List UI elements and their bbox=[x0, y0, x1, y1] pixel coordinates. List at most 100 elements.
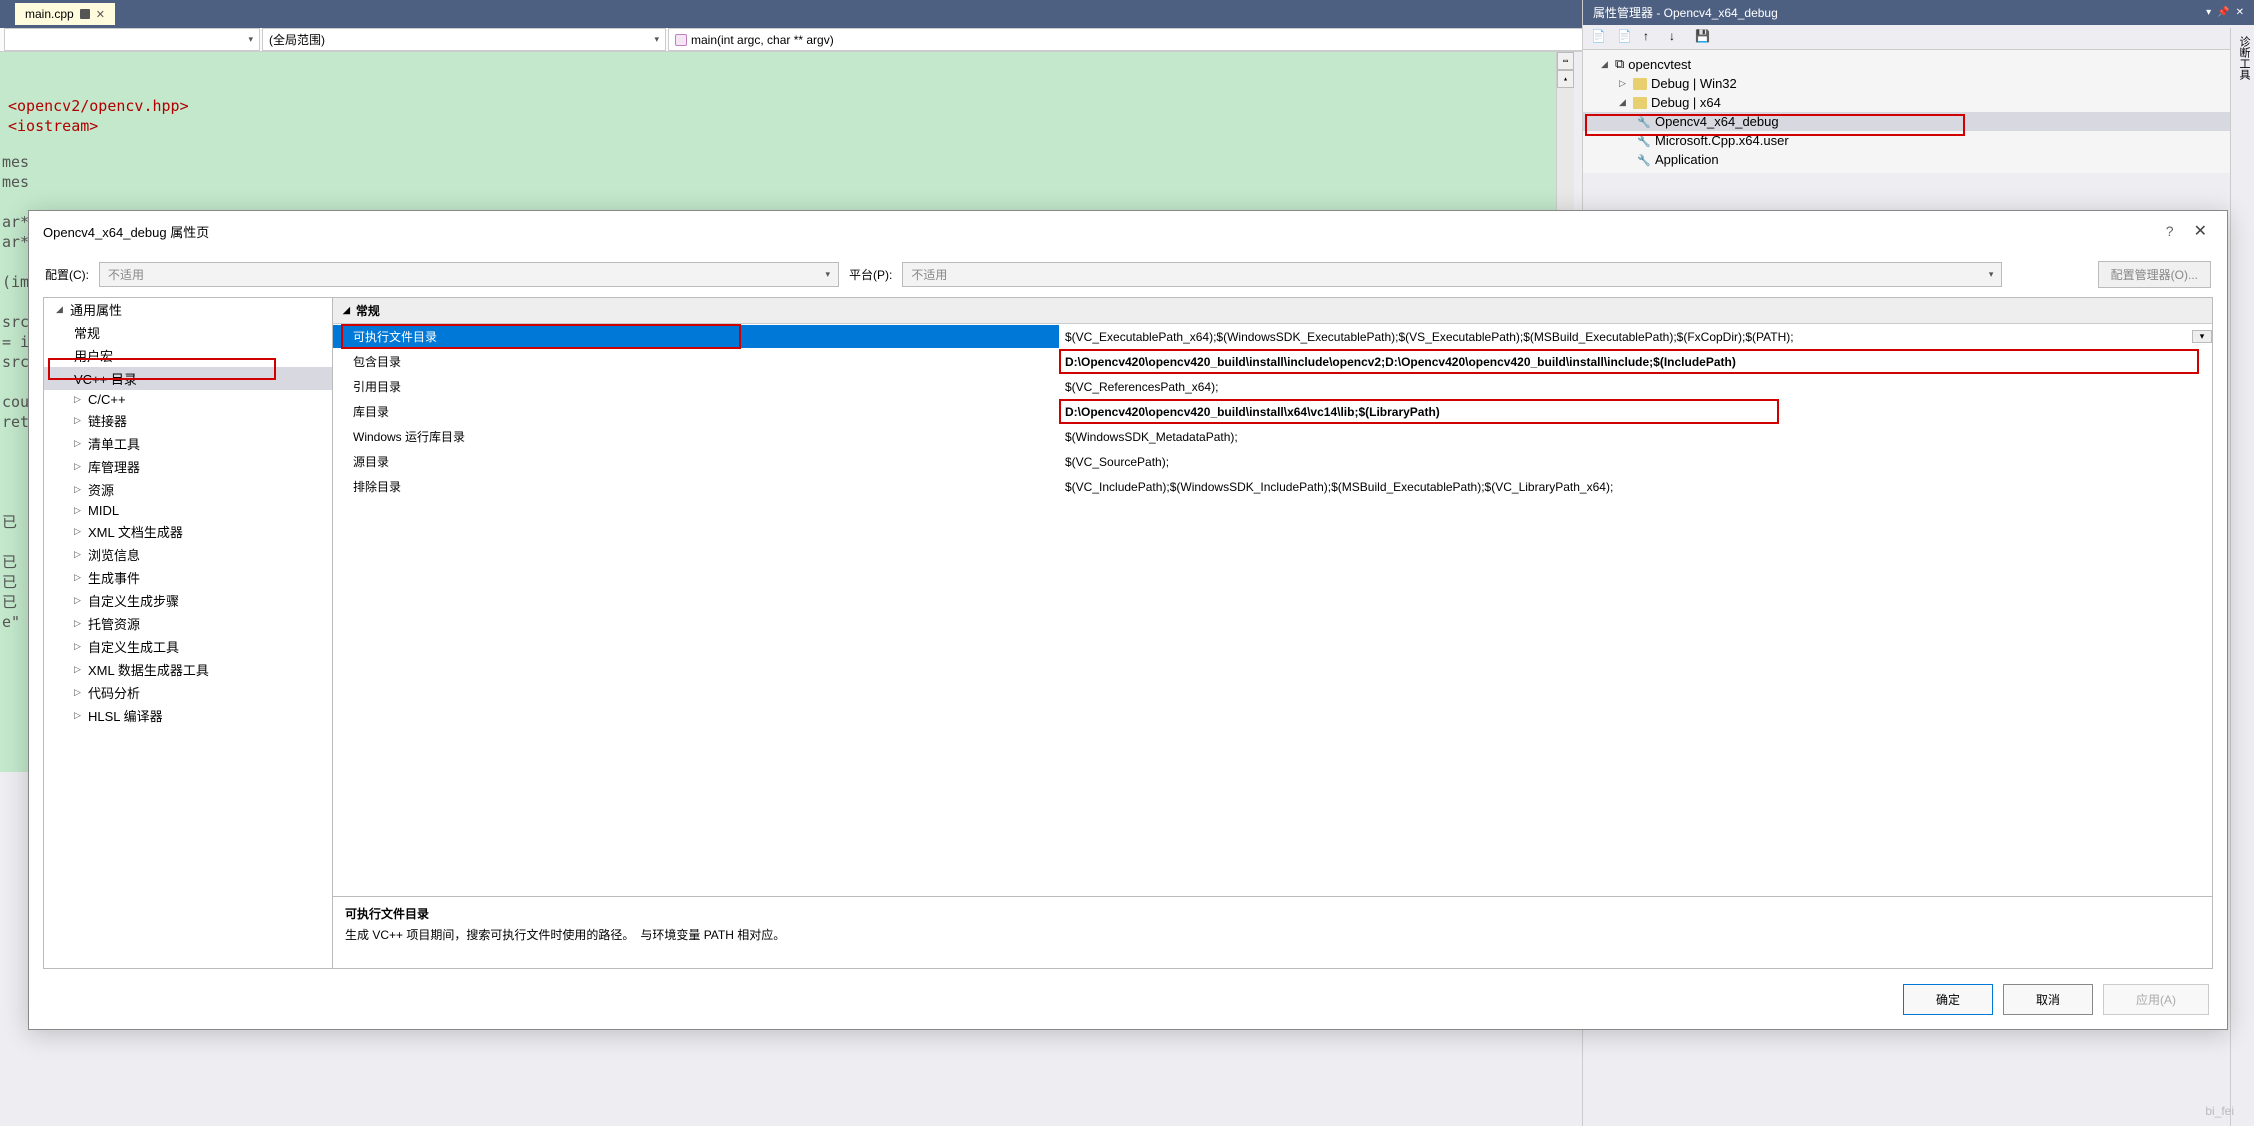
prop-value[interactable]: D:\Opencv420\opencv420_build\install\x64… bbox=[1059, 402, 2212, 422]
add-sheet-icon[interactable]: 📄 bbox=[1591, 29, 1607, 45]
cat-build-events[interactable]: ▷生成事件 bbox=[44, 566, 332, 589]
code-fragment: ar* bbox=[2, 232, 29, 252]
prop-name: 排除目录 bbox=[333, 475, 1059, 498]
cat-hlsl[interactable]: ▷HLSL 编译器 bbox=[44, 704, 332, 727]
cat-custom-build-tool[interactable]: ▷自定义生成工具 bbox=[44, 635, 332, 658]
cat-librarian[interactable]: ▷库管理器 bbox=[44, 455, 332, 478]
tab-main-cpp[interactable]: main.cpp ✕ bbox=[15, 3, 115, 25]
tree-label: 自定义生成步骤 bbox=[88, 591, 179, 610]
row-include-dirs[interactable]: 包含目录 D:\Opencv420\opencv420_build\instal… bbox=[333, 349, 2212, 374]
expand-icon[interactable]: ▷ bbox=[74, 572, 84, 583]
expand-icon[interactable]: ▷ bbox=[74, 664, 84, 675]
prop-value[interactable]: D:\Opencv420\opencv420_build\install\inc… bbox=[1059, 352, 2212, 372]
expand-icon[interactable]: ▷ bbox=[74, 394, 84, 405]
prop-value[interactable]: $(VC_ReferencesPath_x64); bbox=[1059, 377, 2212, 397]
expand-icon[interactable]: ▷ bbox=[74, 526, 84, 537]
chevron-down-icon: ▾ bbox=[825, 269, 830, 280]
prop-value[interactable]: $(WindowsSDK_MetadataPath); bbox=[1059, 427, 2212, 447]
prop-value[interactable]: $(VC_SourcePath); bbox=[1059, 452, 2212, 472]
expand-icon[interactable]: ▷ bbox=[74, 710, 84, 721]
config-dropdown[interactable]: 不适用 ▾ bbox=[99, 262, 839, 287]
scope-project-dropdown[interactable]: ▾ bbox=[4, 28, 260, 51]
row-winrt-dirs[interactable]: Windows 运行库目录 $(WindowsSDK_MetadataPath)… bbox=[333, 424, 2212, 449]
category-tree: ◢通用属性 常规 用户宏 VC++ 目录 ▷C/C++ ▷链接器 ▷清单工具 ▷… bbox=[43, 297, 333, 969]
scope-label: (全局范围) bbox=[269, 31, 325, 48]
cat-ccpp[interactable]: ▷C/C++ bbox=[44, 390, 332, 409]
dropdown-icon[interactable]: ▾ bbox=[2192, 330, 2212, 343]
cat-manifest[interactable]: ▷清单工具 bbox=[44, 432, 332, 455]
row-source-dirs[interactable]: 源目录 $(VC_SourcePath); bbox=[333, 449, 2212, 474]
expand-icon[interactable]: ▷ bbox=[74, 484, 84, 495]
sort-down-icon[interactable]: ↓ bbox=[1669, 29, 1685, 45]
config-manager-button[interactable]: 配置管理器(O)... bbox=[2098, 261, 2211, 288]
expand-icon[interactable]: ▷ bbox=[74, 595, 84, 606]
collapse-icon[interactable]: ◢ bbox=[1619, 97, 1629, 108]
row-library-dirs[interactable]: 库目录 D:\Opencv420\opencv420_build\install… bbox=[333, 399, 2212, 424]
cat-xmldoc[interactable]: ▷XML 文档生成器 bbox=[44, 520, 332, 543]
row-reference-dirs[interactable]: 引用目录 $(VC_ReferencesPath_x64); bbox=[333, 374, 2212, 399]
panel-toolbar: 📄 📄 ↑ ↓ 💾 bbox=[1583, 25, 2254, 50]
tree-node-debug-win32[interactable]: ▷Debug | Win32 bbox=[1583, 74, 2254, 93]
cancel-button[interactable]: 取消 bbox=[2003, 984, 2093, 1015]
dropdown-icon[interactable]: ▾ bbox=[2206, 7, 2211, 18]
collapse-icon[interactable]: ◢ bbox=[1601, 59, 1611, 70]
expand-icon[interactable]: ▷ bbox=[74, 687, 84, 698]
expand-icon[interactable]: ▷ bbox=[74, 438, 84, 449]
scroll-split-icon[interactable]: ▭ bbox=[1557, 52, 1574, 70]
cat-resources[interactable]: ▷资源 bbox=[44, 478, 332, 501]
pin-icon[interactable]: 📌 bbox=[2217, 7, 2229, 18]
expand-icon[interactable]: ▷ bbox=[74, 549, 84, 560]
tree-node-application[interactable]: 🔧Application bbox=[1583, 150, 2254, 169]
apply-button[interactable]: 应用(A) bbox=[2103, 984, 2209, 1015]
cat-browse[interactable]: ▷浏览信息 bbox=[44, 543, 332, 566]
help-icon[interactable]: ? bbox=[2152, 223, 2188, 239]
cat-common[interactable]: ◢通用属性 bbox=[44, 298, 332, 321]
close-icon[interactable]: ✕ bbox=[2236, 7, 2244, 18]
tree-label: opencvtest bbox=[1628, 57, 1691, 72]
scope-context-dropdown[interactable]: (全局范围)▾ bbox=[262, 28, 666, 51]
grid-group-header[interactable]: ◢常规 bbox=[333, 298, 2212, 324]
cat-code-analysis[interactable]: ▷代码分析 bbox=[44, 681, 332, 704]
scroll-up-icon[interactable]: ▴ bbox=[1557, 70, 1574, 88]
tree-label: MIDL bbox=[88, 503, 119, 518]
cat-general[interactable]: 常规 bbox=[44, 321, 332, 344]
tree-node-opencv4[interactable]: 🔧Opencv4_x64_debug bbox=[1583, 112, 2254, 131]
cat-custom-build-step[interactable]: ▷ 自定义生成步骤 bbox=[44, 589, 332, 612]
tree-node-ms-cpp-user[interactable]: 🔧Microsoft.Cpp.x64.user bbox=[1583, 131, 2254, 150]
expand-icon[interactable]: ▷ bbox=[74, 461, 84, 472]
collapse-icon[interactable]: ◢ bbox=[56, 304, 66, 315]
tree-node-debug-x64[interactable]: ◢ Debug | x64 bbox=[1583, 93, 2254, 112]
tree-node-project[interactable]: ◢⧉opencvtest bbox=[1583, 54, 2254, 74]
prop-value[interactable]: $(VC_ExecutablePath_x64);$(WindowsSDK_Ex… bbox=[1059, 327, 2192, 347]
cat-linker[interactable]: ▷链接器 bbox=[44, 409, 332, 432]
expand-icon[interactable]: ▷ bbox=[74, 618, 84, 629]
cat-user-macros[interactable]: 用户宏 bbox=[44, 344, 332, 367]
expand-icon[interactable]: ▷ bbox=[74, 505, 84, 516]
close-icon[interactable]: ✕ bbox=[2188, 221, 2213, 241]
ok-button[interactable]: 确定 bbox=[1903, 984, 1993, 1015]
close-icon[interactable]: ✕ bbox=[96, 8, 105, 21]
platform-dropdown[interactable]: 不适用▾ bbox=[902, 262, 2002, 287]
row-exclude-dirs[interactable]: 排除目录 $(VC_IncludePath);$(WindowsSDK_Incl… bbox=[333, 474, 2212, 499]
expand-icon[interactable]: ▷ bbox=[1619, 78, 1629, 89]
expand-icon[interactable]: ▷ bbox=[74, 415, 84, 426]
prop-name: 可执行文件目录 bbox=[333, 325, 1059, 348]
pin-icon[interactable] bbox=[80, 9, 90, 19]
add-sheet-plus-icon[interactable]: 📄 bbox=[1617, 29, 1633, 45]
row-executable-dirs[interactable]: 可执行文件目录 $(VC_ExecutablePath_x64);$(Windo… bbox=[333, 324, 2212, 349]
save-icon[interactable]: 💾 bbox=[1695, 29, 1711, 45]
sort-up-icon[interactable]: ↑ bbox=[1643, 29, 1659, 45]
cat-xml-datagen[interactable]: ▷XML 数据生成器工具 bbox=[44, 658, 332, 681]
cat-vc-directories[interactable]: VC++ 目录 bbox=[44, 367, 332, 390]
tree-label: Debug | x64 bbox=[1651, 95, 1721, 110]
side-tool-strip[interactable]: 诊断工具 bbox=[2230, 28, 2254, 1126]
dropdown-value: 不适用 bbox=[108, 266, 144, 283]
prop-name: 引用目录 bbox=[333, 375, 1059, 398]
chevron-down-icon: ▾ bbox=[248, 34, 253, 45]
cat-managed-res[interactable]: ▷托管资源 bbox=[44, 612, 332, 635]
prop-value[interactable]: $(VC_IncludePath);$(WindowsSDK_IncludePa… bbox=[1059, 477, 2212, 497]
expand-icon[interactable]: ▷ bbox=[74, 641, 84, 652]
desc-text: 生成 VC++ 项目期间，搜索可执行文件时使用的路径。 与环境变量 PATH 相… bbox=[345, 926, 2200, 943]
cat-midl[interactable]: ▷ MIDL bbox=[44, 501, 332, 520]
description-panel: 可执行文件目录 生成 VC++ 项目期间，搜索可执行文件时使用的路径。 与环境变… bbox=[333, 896, 2212, 968]
